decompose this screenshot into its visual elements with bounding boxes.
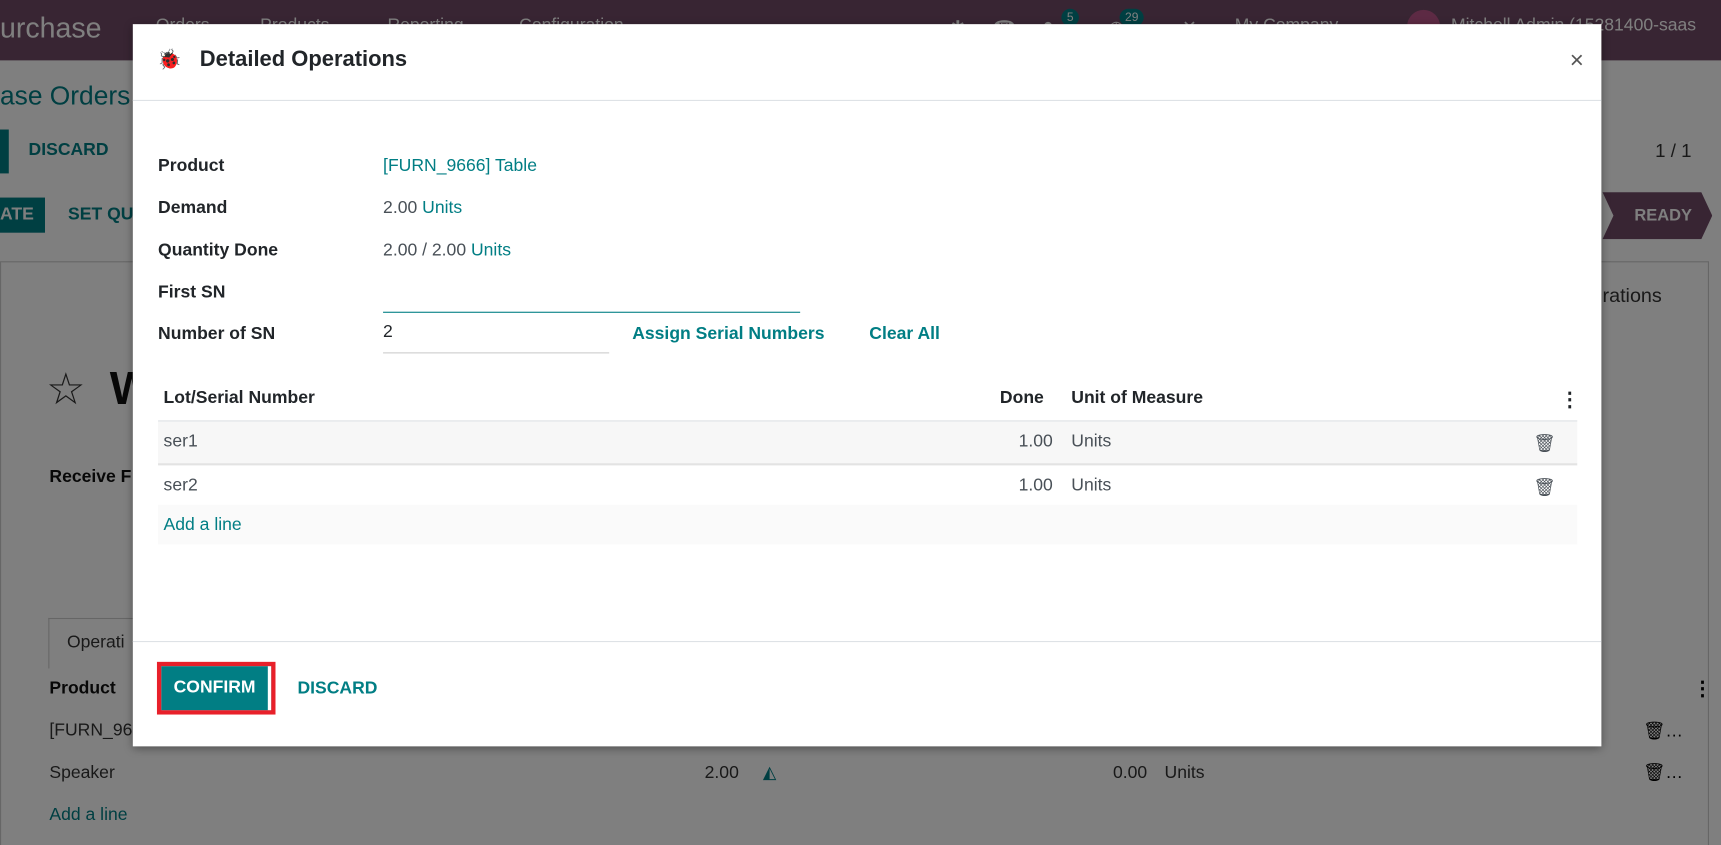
number-sn-input[interactable]: 2: [383, 323, 610, 354]
col-lot-serial[interactable]: Lot/Serial Number: [164, 389, 315, 409]
dialog-footer: CONFIRM DISCARD: [132, 640, 1602, 747]
col-done[interactable]: Done: [1000, 389, 1044, 409]
demand-uom: Units: [422, 198, 463, 218]
product-link[interactable]: [FURN_9666] Table: [383, 157, 537, 177]
first-sn-input[interactable]: [383, 283, 801, 313]
done-cell[interactable]: 1.00: [1019, 476, 1053, 496]
bug-icon: 🐞: [156, 48, 182, 71]
col-uom[interactable]: Unit of Measure: [1071, 389, 1203, 409]
clear-all-button[interactable]: Clear All: [869, 325, 940, 345]
dialog-header: 🐞 Detailed Operations ×: [132, 24, 1602, 101]
demand-qty: 2.00: [383, 198, 418, 218]
dialog-title: Detailed Operations: [199, 47, 408, 72]
trash-icon[interactable]: 🗑: [1533, 432, 1555, 454]
optional-columns-icon[interactable]: ⋮: [1560, 389, 1580, 412]
uom-cell[interactable]: Units: [1071, 432, 1111, 452]
qty-uom: Units: [470, 241, 511, 261]
demand-label: Demand: [158, 198, 228, 218]
uom-cell[interactable]: Units: [1071, 476, 1111, 496]
assign-serial-numbers-button[interactable]: Assign Serial Numbers: [632, 325, 824, 345]
done-cell[interactable]: 1.00: [1019, 432, 1053, 452]
product-label: Product: [158, 156, 225, 176]
screen: urchase Orders Products Reporting Config…: [0, 0, 1721, 845]
demand-value: 2.00 Units: [383, 199, 462, 219]
lot-cell[interactable]: ser1: [164, 432, 198, 452]
qty-sep: /: [422, 241, 428, 261]
confirm-label: CONFIRM: [161, 666, 272, 711]
table-row[interactable]: ser2 1.00 Units 🗑: [158, 463, 1578, 507]
quantity-done-value: 2.00 / 2.00 Units: [383, 241, 511, 261]
number-sn-label: Number of SN: [158, 324, 276, 344]
quantity-done-label: Quantity Done: [158, 241, 279, 261]
trash-icon[interactable]: 🗑: [1533, 476, 1555, 498]
add-line-row: Add a line: [158, 504, 1578, 545]
add-line-link[interactable]: Add a line: [164, 516, 242, 536]
qty-demand: 2.00: [431, 241, 467, 261]
qty-done: 2.00: [383, 241, 418, 261]
discard-button[interactable]: DISCARD: [297, 679, 377, 699]
table-row[interactable]: ser1 1.00 Units 🗑: [158, 420, 1578, 464]
lot-cell[interactable]: ser2: [164, 476, 198, 496]
first-sn-label: First SN: [158, 283, 226, 302]
close-icon[interactable]: ×: [1570, 46, 1584, 75]
detailed-operations-dialog: 🐞 Detailed Operations × Product [FURN_96…: [132, 24, 1602, 747]
confirm-button[interactable]: CONFIRM: [156, 661, 276, 715]
